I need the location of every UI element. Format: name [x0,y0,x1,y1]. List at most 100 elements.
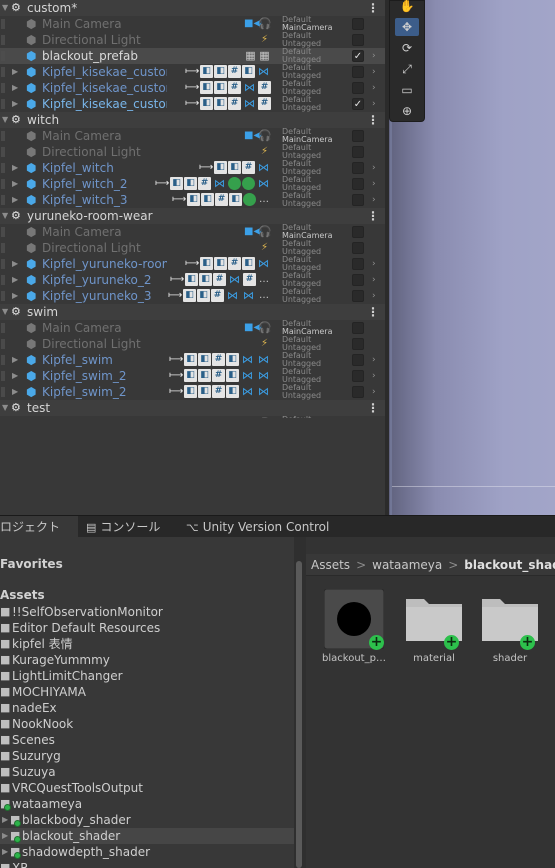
active-checkbox[interactable] [352,178,364,190]
visibility-toggle[interactable] [1,387,5,397]
hierarchy-row[interactable]: ⬢ Directional Light ⚡ DefaultUntagged [0,240,385,256]
visibility-toggle[interactable] [1,339,5,349]
folder-row[interactable]: ■wataameya [0,796,294,812]
asset-shader-folder[interactable]: + shader [480,589,555,679]
active-checkbox[interactable] [352,354,364,366]
drill-arrow-icon[interactable]: › [372,352,376,368]
folder-row[interactable]: ■ nadeEx [0,700,294,716]
folder-row[interactable]: ■ Suzuya [0,764,294,780]
visibility-toggle[interactable] [1,131,5,141]
drill-arrow-icon[interactable]: › [372,176,376,192]
drill-arrow-icon[interactable]: › [372,192,376,208]
expand-arrow-icon[interactable]: ▶ [2,828,8,844]
active-checkbox[interactable] [352,370,364,382]
drill-arrow-icon[interactable]: › [372,96,376,112]
hierarchy-row[interactable]: ▶ ⬢ Kipfel_yuruneko-room ⟼ ◧ ◧ # ◧ ⋈ Default Untag… [0,256,385,272]
folder-row[interactable]: ■ LightLimitChanger [0,668,294,684]
visibility-toggle[interactable] [1,323,5,333]
breadcrumb-blackout-shader[interactable]: blackout_shader [464,558,555,572]
folder-row[interactable]: ▶■blackbody_shader [0,812,294,828]
hierarchy-row[interactable]: ⬢ Main Camera ■◀🎧 DefaultMainCamera [0,16,385,32]
folder-row[interactable]: ■ VRCQuestToolsOutput [0,780,294,796]
hierarchy-row[interactable]: ▶⬢Kipfel_kisekae_custom_2⟼◧◧#⋈#DefaultUn… [0,80,385,96]
hierarchy-row[interactable]: ▶ ⬢ Kipfel_swim ⟼ ◧ ◧ # ◧ ⋈ ⋈ Default Untagged › [0,352,385,368]
active-checkbox[interactable]: ✓ [352,50,364,62]
visibility-toggle[interactable] [1,195,5,205]
hierarchy-row[interactable]: ▶ ⬢ Kipfel_yuruneko_2 ⟼ ◧ ◧ # ⋈ #… Default Untagge… [0,272,385,288]
folder-row[interactable]: ■ kipfel 表情 [0,636,294,652]
hierarchy-row[interactable]: ▶ ⬢ Kipfel_yuruneko_3 ⟼ ◧ ◧ # ⋈ ⋈… Default Untagge… [0,288,385,304]
breadcrumb-assets[interactable]: Assets [311,558,350,572]
drill-arrow-icon[interactable]: › [372,288,376,304]
visibility-toggle[interactable] [1,355,5,365]
active-checkbox[interactable] [352,18,364,30]
active-checkbox[interactable] [352,242,364,254]
rotate-tool-icon[interactable]: ⟳ [395,39,419,57]
scene-menu-button[interactable]: ⋮ [367,304,379,320]
hierarchy-row[interactable]: ▶ ⬢ Kipfel_swim_2 ⟼ ◧ ◧ # ◧ ⋈ ⋈ Default Untagged › [0,368,385,384]
active-checkbox[interactable] [352,82,364,94]
drill-arrow-icon[interactable]: › [372,48,376,64]
visibility-toggle[interactable] [1,35,5,45]
active-checkbox[interactable] [352,338,364,350]
expand-arrow-icon[interactable]: ▶ [12,160,18,176]
scene-menu-button[interactable]: ⋮ [367,400,379,416]
folder-row[interactable]: ■ !!SelfObservationMonitor [0,604,294,620]
drill-arrow-icon[interactable]: › [372,256,376,272]
scene-header[interactable]: ▼ ⚙ yuruneko-room-wear ⋮ [0,208,385,224]
active-checkbox[interactable]: ✓ [352,98,364,110]
expand-arrow-icon[interactable]: ▶ [12,256,18,272]
expand-arrow-icon[interactable]: ▶ [2,844,8,860]
rect-tool-icon[interactable]: ▭ [395,81,419,99]
scene-header[interactable]: ▼ ⚙ witch ⋮ [0,112,385,128]
expand-arrow-icon[interactable]: ▶ [12,352,18,368]
hierarchy-row[interactable]: ▶ ⬢ Kipfel_kisekae_custom ⟼ ◧ ◧ # ◧ ⋈ Default Unta… [0,64,385,80]
scene-menu-button[interactable]: ⋮ [367,112,379,128]
visibility-toggle[interactable] [1,147,5,157]
visibility-toggle[interactable] [1,83,5,93]
folder-row[interactable]: ■ MOCHIYAMA [0,684,294,700]
expand-arrow-icon[interactable]: ▶ [12,64,18,80]
visibility-toggle[interactable] [1,227,5,237]
breadcrumb-wataameya[interactable]: wataameya [372,558,442,572]
visibility-toggle[interactable] [1,275,5,285]
tab-project[interactable]: ロジェクト [0,516,78,538]
hierarchy-row[interactable]: ⬢ Main Camera ■◀🎧 DefaultMainCamera [0,320,385,336]
visibility-toggle[interactable] [1,51,5,61]
asset-material-folder[interactable]: + material [404,589,480,679]
expand-arrow-icon[interactable]: ▼ [2,400,8,416]
expand-arrow-icon[interactable]: ▶ [12,176,18,192]
visibility-toggle[interactable] [1,19,5,29]
drill-arrow-icon[interactable]: › [372,64,376,80]
expand-arrow-icon[interactable]: ▶ [12,192,18,208]
active-checkbox[interactable] [352,258,364,270]
active-checkbox[interactable] [352,34,364,46]
visibility-toggle[interactable] [1,179,5,189]
hierarchy-row[interactable]: ▶ ⬢ Kipfel_witch_3 ⟼ ◧ ◧ # ◧… Default Untagged › [0,192,385,208]
active-checkbox[interactable] [352,66,364,78]
folder-row[interactable]: ■ Suzuryg [0,748,294,764]
expand-arrow-icon[interactable]: ▼ [2,208,8,224]
folder-row[interactable]: ■ Editor Default Resources [0,620,294,636]
hierarchy-row[interactable]: ▶ ⬢ Kipfel_witch ⟼ ◧ ◧ # ⋈ Default Untagged › [0,160,385,176]
move-tool-icon[interactable]: ✥ [395,18,419,36]
active-checkbox[interactable] [352,226,364,238]
visibility-toggle[interactable] [1,243,5,253]
active-checkbox[interactable] [352,290,364,302]
hierarchy-row[interactable]: ⬢ Main Camera ■◀🎧 DefaultMainCamera [0,128,385,144]
scene-header[interactable]: ▼ ⚙ swim ⋮ [0,304,385,320]
expand-arrow-icon[interactable]: ▼ [2,0,8,16]
active-checkbox[interactable] [352,162,364,174]
active-checkbox[interactable] [352,386,364,398]
visibility-toggle[interactable] [1,99,5,109]
expand-arrow-icon[interactable]: ▶ [12,288,18,304]
active-checkbox[interactable] [352,194,364,206]
tab-version-control[interactable]: ⌥ Unity Version Control [186,516,329,538]
active-checkbox[interactable] [352,146,364,158]
scene-menu-button[interactable]: ⋮ [367,0,379,16]
scrollbar-thumb[interactable] [296,561,302,868]
hierarchy-row[interactable]: ⬢ Directional Light ⚡ DefaultUntagged [0,144,385,160]
expand-arrow-icon[interactable]: ▼ [2,304,8,320]
hierarchy-row[interactable]: ⬢ Directional Light ⚡ DefaultUntagged [0,32,385,48]
scene-header[interactable]: ▼ ⚙ test ⋮ [0,400,385,416]
